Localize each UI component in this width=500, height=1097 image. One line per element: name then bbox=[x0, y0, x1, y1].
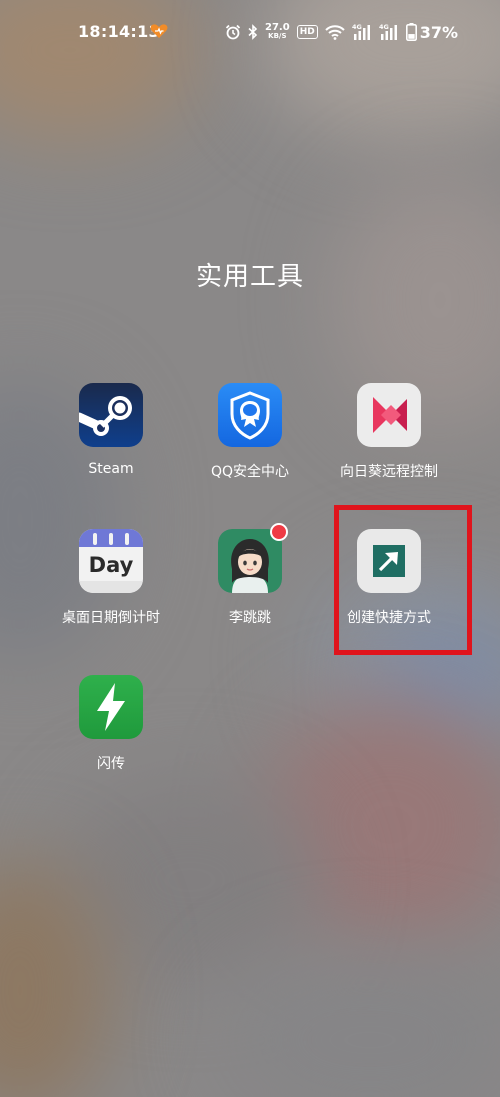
home-screen: 18:14:13 27.0 KB/S HD 4G 4G 37% 实用工具 Ste… bbox=[0, 0, 500, 1097]
battery-icon bbox=[405, 23, 417, 41]
bluetooth-icon bbox=[248, 24, 258, 40]
qq-security-icon[interactable] bbox=[218, 383, 282, 447]
app-label: 桌面日期倒计时 bbox=[62, 610, 160, 626]
app-steam[interactable]: Steam bbox=[41, 383, 181, 477]
notification-dot bbox=[270, 523, 288, 541]
app-label: 闪传 bbox=[97, 756, 125, 772]
app-label: Steam bbox=[88, 461, 134, 477]
flash-transfer-icon[interactable] bbox=[79, 675, 143, 739]
status-bar: 18:14:13 27.0 KB/S HD 4G 4G 37% bbox=[0, 0, 500, 64]
app-flash-transfer[interactable]: 闪传 bbox=[41, 675, 181, 773]
alarm-icon bbox=[225, 24, 241, 40]
cell-signal-1-icon: 4G bbox=[352, 23, 372, 41]
hd-voice-badge: HD bbox=[296, 25, 318, 39]
folder-title[interactable]: 实用工具 bbox=[0, 256, 500, 293]
svg-text:4G: 4G bbox=[379, 23, 389, 31]
status-icons: 27.0 KB/S HD 4G 4G 37% bbox=[225, 20, 458, 44]
app-li-tiaotiao[interactable]: 李跳跳 bbox=[180, 523, 320, 627]
heart-status-icon bbox=[150, 24, 168, 38]
li-tiaotiao-icon[interactable] bbox=[218, 523, 288, 593]
app-sunflower-remote[interactable]: 向日葵远程控制 bbox=[319, 383, 459, 481]
day-icon-text: Day bbox=[88, 553, 134, 577]
status-time: 18:14:13 bbox=[78, 22, 160, 41]
cell-signal-2-icon: 4G bbox=[379, 23, 399, 41]
wifi-icon bbox=[324, 24, 345, 40]
app-label: QQ安全中心 bbox=[210, 464, 290, 480]
network-speed: 27.0 KB/S bbox=[265, 22, 290, 41]
steam-icon[interactable] bbox=[79, 383, 143, 447]
app-day-countdown[interactable]: Day 桌面日期倒计时 bbox=[41, 529, 181, 627]
app-label: 向日葵远程控制 bbox=[340, 464, 438, 480]
app-label: 李跳跳 bbox=[229, 610, 271, 626]
day-countdown-icon[interactable]: Day bbox=[79, 529, 143, 593]
svg-text:4G: 4G bbox=[352, 23, 362, 31]
sunflower-remote-icon[interactable] bbox=[357, 383, 421, 447]
highlight-frame bbox=[334, 505, 472, 655]
app-qq-security[interactable]: QQ安全中心 bbox=[180, 383, 320, 481]
battery-indicator: 37% bbox=[405, 22, 458, 42]
battery-percent: 37% bbox=[419, 22, 458, 42]
